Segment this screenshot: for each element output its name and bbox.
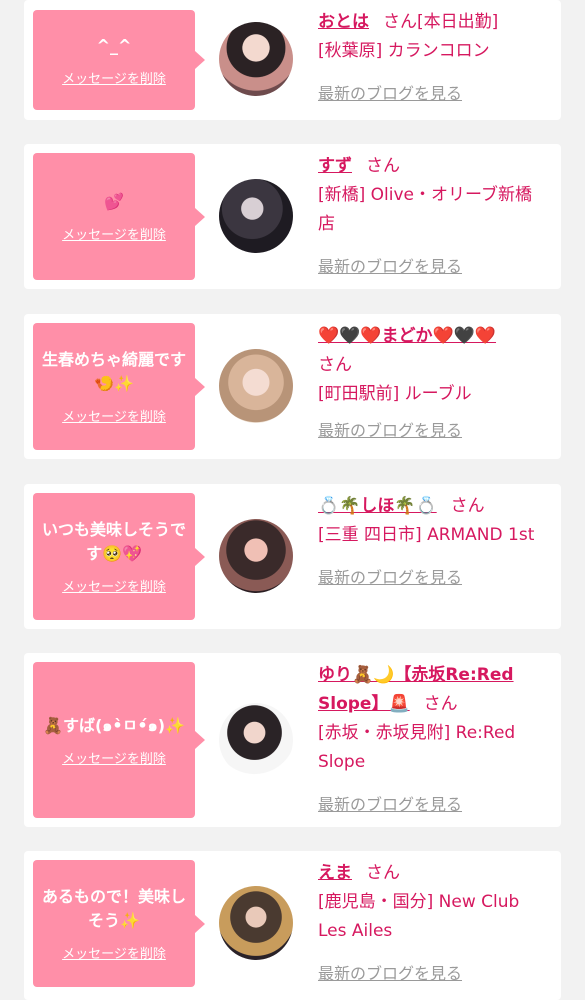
delete-message-link[interactable]: メッセージを削除 <box>62 943 166 962</box>
profile-name-link[interactable]: えま <box>318 863 352 883</box>
delete-message-link[interactable]: メッセージを削除 <box>62 576 166 595</box>
message-bubble: ^_^ メッセージを削除 <box>33 10 205 110</box>
message-text: 💕 <box>104 192 124 211</box>
avatar[interactable] <box>219 349 293 423</box>
message-card: ^_^ メッセージを削除 おとは さん[本日出勤] [秋葉原] カランコロン 最新… <box>24 0 561 120</box>
message-bubble: いつも美味しそうです🥺💖 メッセージを削除 <box>33 493 205 620</box>
avatar[interactable] <box>219 703 293 777</box>
name-suffix: さん <box>318 355 352 375</box>
profile-name-link[interactable]: ❤️🖤❤️まどか❤️🖤❤️ <box>318 322 548 351</box>
message-bubble: 💕 メッセージを削除 <box>33 153 205 280</box>
message-bubble: 🧸すば(๑•̀ㅁ•́๑)✨ メッセージを削除 <box>33 662 205 818</box>
message-card: いつも美味しそうです🥺💖 メッセージを削除 💍🌴しほ🌴💍 さん [三重 四日市] … <box>24 484 561 629</box>
latest-blog-link[interactable]: 最新のブログを見る <box>318 253 462 277</box>
delete-message-link[interactable]: メッセージを削除 <box>62 68 166 87</box>
avatar[interactable] <box>219 519 293 593</box>
shop-info: [赤坂・赤坂見附] Re:Red Slope <box>318 723 516 772</box>
message-text: 生春めちゃ綺麗です🍤✨ <box>41 350 186 393</box>
message-card: 生春めちゃ綺麗です🍤✨ メッセージを削除 ❤️🖤❤️まどか❤️🖤❤️ さん [町… <box>24 314 561 459</box>
message-card: あるもので！美味しそう✨ メッセージを削除 えま さん [鹿児島・国分] New … <box>24 851 561 1000</box>
profile-name-link[interactable]: 💍🌴しほ🌴💍 <box>318 496 437 516</box>
delete-message-link[interactable]: メッセージを削除 <box>62 406 166 425</box>
name-suffix: さん <box>366 156 400 176</box>
name-suffix: さん <box>423 694 458 714</box>
delete-message-link[interactable]: メッセージを削除 <box>62 224 166 243</box>
shop-info: [三重 四日市] ARMAND 1st <box>318 525 535 545</box>
latest-blog-link[interactable]: 最新のブログを見る <box>318 80 462 104</box>
avatar[interactable] <box>219 22 293 96</box>
avatar[interactable] <box>219 886 293 960</box>
profile-name-link[interactable]: おとは <box>318 12 369 32</box>
latest-blog-link[interactable]: 最新のブログを見る <box>318 960 462 984</box>
shop-info: [秋葉原] カランコロン <box>318 41 490 61</box>
message-card: 🧸すば(๑•̀ㅁ•́๑)✨ メッセージを削除 ゆり🧸🌙【赤坂Re:Red Slo… <box>24 653 561 827</box>
latest-blog-link[interactable]: 最新のブログを見る <box>318 417 462 441</box>
shop-info: [町田駅前] ルーブル <box>318 384 472 404</box>
name-suffix: さん[本日出勤] <box>383 12 499 32</box>
message-text: あるもので！美味しそう✨ <box>41 887 186 930</box>
message-bubble: あるもので！美味しそう✨ メッセージを削除 <box>33 860 205 987</box>
name-suffix: さん <box>450 496 485 516</box>
message-text: いつも美味しそうです🥺💖 <box>41 520 186 563</box>
shop-info: [新橋] Olive・オリーブ新橋店 <box>318 185 532 234</box>
avatar[interactable] <box>219 179 293 253</box>
profile-name-link[interactable]: ゆり🧸🌙【赤坂Re:Red Slope】🚨 <box>318 665 514 714</box>
message-text: 🧸すば(๑•̀ㅁ•́๑)✨ <box>43 715 185 735</box>
name-suffix: さん <box>366 863 400 883</box>
message-bubble: 生春めちゃ綺麗です🍤✨ メッセージを削除 <box>33 323 205 450</box>
shop-info: [鹿児島・国分] New Club Les Ailes <box>318 892 520 941</box>
profile-name-link[interactable]: すず <box>318 156 352 176</box>
delete-message-link[interactable]: メッセージを削除 <box>62 748 166 767</box>
latest-blog-link[interactable]: 最新のブログを見る <box>318 791 462 815</box>
latest-blog-link[interactable]: 最新のブログを見る <box>318 564 462 588</box>
message-text: ^_^ <box>96 35 132 55</box>
message-card: 💕 メッセージを削除 すず さん [新橋] Olive・オリーブ新橋店 最新のブロ… <box>24 144 561 289</box>
